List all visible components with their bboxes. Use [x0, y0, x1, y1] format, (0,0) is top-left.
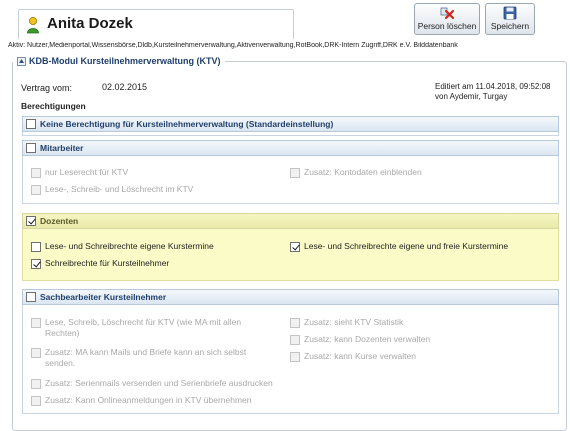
save-label: Speichern	[490, 21, 530, 31]
collapse-toggle-icon[interactable]	[17, 56, 26, 66]
option-manage-courses-label: Zusatz: kann Kurse verwalten	[304, 351, 416, 361]
edit-info-user: von Aydemir, Turgay	[435, 92, 508, 101]
option-statistics[interactable]: Zusatz: sieht KTV Statistik	[290, 317, 403, 328]
contract-date: 02.02.2015	[102, 82, 148, 92]
group-no-permission-body	[22, 132, 559, 136]
option-read-only-label: nur Leserecht für KTV	[45, 167, 129, 177]
person-name: Anita Dozek	[47, 15, 133, 32]
option-manage-lecturers-label: Zusatz: kann Dozenten verwalten	[304, 334, 431, 344]
option-read-write-delete[interactable]: Lese-, Schreib- und Löschrecht im KTV	[31, 184, 193, 195]
no-permission-checkbox[interactable]	[26, 119, 36, 129]
option-full-rights-label: Lese, Schreib, Löschrecht für KTV (wie M…	[45, 317, 241, 339]
group-no-permission-header[interactable]: Keine Berechtigung für Kursteilnehmerver…	[22, 116, 559, 132]
group-sachbearbeiter: Sachbearbeiter Kursteilnehmer Lese, Schr…	[22, 289, 559, 414]
option-own-dates-label: Lese- und Schreibrechte eigene Kurstermi…	[45, 241, 214, 251]
group-no-permission-title: Keine Berechtigung für Kursteilnehmerver…	[40, 119, 334, 129]
group-dozenten-title: Dozenten	[40, 216, 79, 226]
option-write-participants-label: Schreibrechte für Kursteilnehmer	[45, 258, 170, 268]
option-read-write-delete-label: Lese-, Schreib- und Löschrecht im KTV	[45, 184, 194, 194]
option-manage-courses[interactable]: Zusatz: kann Kurse verwalten	[290, 351, 416, 362]
option-mails-to-self-line2: senden.	[45, 358, 76, 368]
floppy-disk-icon	[503, 6, 517, 20]
option-own-dates-checkbox[interactable]	[31, 242, 41, 252]
option-read-only-checkbox[interactable]	[31, 168, 41, 178]
option-online-registrations[interactable]: Zusatz: Kann Onlineanmeldungen in KTV üb…	[31, 395, 252, 406]
group-sachbearbeiter-header[interactable]: Sachbearbeiter Kursteilnehmer	[22, 289, 559, 305]
delete-person-icon	[440, 7, 454, 20]
delete-person-button[interactable]: Person löschen	[414, 3, 480, 35]
option-account-data[interactable]: Zusatz: Kontodaten einblenden	[290, 167, 422, 178]
option-own-and-free-dates-label: Lese- und Schreibrechte eigene und freie…	[304, 241, 509, 251]
permissions-heading: Berechtigungen	[21, 101, 86, 111]
option-online-registrations-checkbox[interactable]	[31, 396, 41, 406]
option-full-rights-line2: Rechten)	[45, 328, 80, 338]
group-sachbearbeiter-title: Sachbearbeiter Kursteilnehmer	[40, 292, 167, 302]
option-statistics-checkbox[interactable]	[290, 318, 300, 328]
option-read-only[interactable]: nur Leserecht für KTV	[31, 167, 128, 178]
option-full-rights[interactable]: Lese, Schreib, Löschrecht für KTV (wie M…	[31, 317, 241, 339]
group-dozenten: Dozenten Lese- und Schreibrechte eigene …	[22, 213, 559, 281]
option-online-registrations-label: Zusatz: Kann Onlineanmeldungen in KTV üb…	[45, 395, 252, 405]
mitarbeiter-checkbox[interactable]	[26, 143, 36, 153]
option-mails-to-self-checkbox[interactable]	[31, 348, 41, 358]
option-full-rights-checkbox[interactable]	[31, 318, 41, 328]
option-mails-to-self[interactable]: Zusatz: MA kann Mails und Briefe kann an…	[31, 347, 246, 369]
option-serial-mails-checkbox[interactable]	[31, 379, 41, 389]
delete-person-label: Person löschen	[417, 21, 477, 31]
group-no-permission: Keine Berechtigung für Kursteilnehmerver…	[22, 116, 559, 136]
option-write-participants-checkbox[interactable]	[31, 259, 41, 269]
person-icon	[27, 17, 39, 34]
contract-label: Vertrag vom:	[21, 83, 73, 93]
option-read-write-delete-checkbox[interactable]	[31, 185, 41, 195]
edit-info-date: Editiert am 11.04.2018, 09:52:08	[435, 82, 551, 91]
option-mails-to-self-label: Zusatz: MA kann Mails und Briefe kann an…	[45, 347, 246, 369]
option-mails-to-self-line1: Zusatz: MA kann Mails und Briefe kann an…	[45, 347, 247, 357]
active-modules-line: Aktiv: Nutzer,Medienportal,Wissensbörse,…	[8, 42, 458, 49]
option-serial-mails[interactable]: Zusatz: Serienmails versenden und Serien…	[31, 378, 273, 389]
group-dozenten-header[interactable]: Dozenten	[22, 213, 559, 229]
person-name-tab: Anita Dozek	[18, 9, 294, 39]
option-manage-lecturers-checkbox[interactable]	[290, 335, 300, 345]
option-own-dates[interactable]: Lese- und Schreibrechte eigene Kurstermi…	[31, 241, 214, 252]
edit-info: Editiert am 11.04.2018, 09:52:08 von Ayd…	[435, 82, 551, 102]
group-mitarbeiter: Mitarbeiter nur Leserecht für KTV Lese-,…	[22, 140, 559, 204]
option-manage-lecturers[interactable]: Zusatz: kann Dozenten verwalten	[290, 334, 430, 345]
save-button[interactable]: Speichern	[485, 3, 535, 35]
option-account-data-checkbox[interactable]	[290, 168, 300, 178]
sachbearbeiter-checkbox[interactable]	[26, 292, 36, 302]
group-mitarbeiter-header[interactable]: Mitarbeiter	[22, 140, 559, 156]
group-mitarbeiter-body: nur Leserecht für KTV Lese-, Schreib- un…	[22, 156, 559, 204]
option-full-rights-line1: Lese, Schreib, Löschrecht für KTV (wie M…	[45, 317, 242, 327]
dozenten-checkbox[interactable]	[26, 216, 36, 226]
option-statistics-label: Zusatz: sieht KTV Statistik	[304, 317, 404, 327]
group-sachbearbeiter-body: Lese, Schreib, Löschrecht für KTV (wie M…	[22, 305, 559, 414]
group-mitarbeiter-title: Mitarbeiter	[40, 143, 84, 153]
module-title: KDB-Modul Kursteilnehmerverwaltung (KTV)	[29, 56, 221, 66]
option-own-and-free-dates-checkbox[interactable]	[290, 242, 300, 252]
option-account-data-label: Zusatz: Kontodaten einblenden	[304, 167, 422, 177]
group-dozenten-body: Lese- und Schreibrechte eigene Kurstermi…	[22, 229, 559, 281]
option-write-participants[interactable]: Schreibrechte für Kursteilnehmer	[31, 258, 169, 269]
module-legend: KDB-Modul Kursteilnehmerverwaltung (KTV)	[13, 54, 225, 68]
option-serial-mails-label: Zusatz: Serienmails versenden und Serien…	[45, 378, 273, 388]
option-manage-courses-checkbox[interactable]	[290, 352, 300, 362]
option-own-and-free-dates[interactable]: Lese- und Schreibrechte eigene und freie…	[290, 241, 508, 252]
